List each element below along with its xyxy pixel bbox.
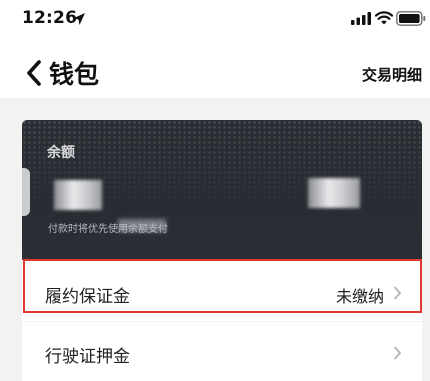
hint-redaction xyxy=(118,219,166,232)
wifi-icon xyxy=(375,11,393,25)
chevron-right-icon xyxy=(394,286,401,300)
list-item-status: 未缴纳 xyxy=(335,287,384,306)
nav-bar: 钱包 交易明细 xyxy=(0,40,430,98)
chevron-left-icon[interactable] xyxy=(26,60,42,86)
status-bar: 12:26 xyxy=(0,0,430,40)
battery-icon xyxy=(396,11,426,26)
balance-card: 余额 付款时将优先使用余额支付 xyxy=(22,120,422,260)
list-item-label: 行驶证押金 xyxy=(45,347,130,367)
list-item-license-deposit[interactable]: 行驶证押金 xyxy=(22,322,422,381)
list-item-performance-deposit[interactable]: 履约保证金 未缴纳 xyxy=(22,260,422,321)
chevron-right-icon xyxy=(394,346,401,360)
status-time: 12:26 xyxy=(22,8,78,28)
transaction-details-link[interactable]: 交易明细 xyxy=(362,64,422,85)
page-title: 钱包 xyxy=(49,60,100,89)
balance-label: 余额 xyxy=(47,145,75,161)
balance-amount-redacted xyxy=(54,180,102,210)
list-item-label: 履约保证金 xyxy=(45,287,130,307)
card-notch xyxy=(22,168,30,216)
location-arrow-icon xyxy=(73,13,85,25)
signal-icon xyxy=(351,12,371,25)
balance-action-redacted xyxy=(308,178,360,208)
